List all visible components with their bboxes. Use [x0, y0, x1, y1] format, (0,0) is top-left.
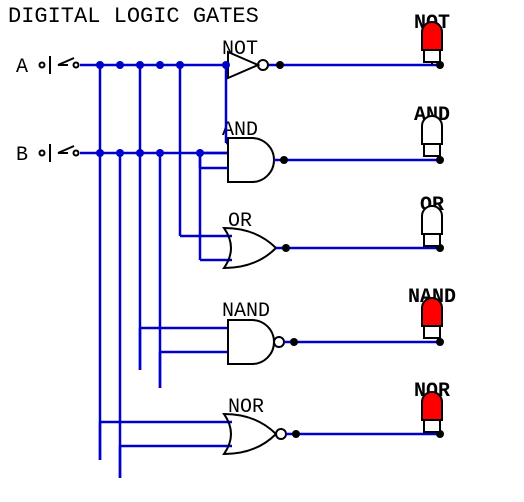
nor-gate [224, 414, 286, 454]
led-and: AND [414, 104, 450, 156]
logic-diagram: DIGITAL LOGIC GATES A B NOT AND [0, 0, 524, 502]
led-not: NOT [414, 12, 450, 65]
page-title: DIGITAL LOGIC GATES [8, 4, 259, 29]
input-label-a: A [16, 56, 28, 79]
led-nand: NAND [408, 286, 456, 338]
led-nor: NOR [414, 380, 450, 432]
switch-b[interactable] [40, 144, 79, 162]
and-gate [228, 138, 274, 182]
gate-label-nor: NOR [228, 396, 264, 419]
or-gate [224, 228, 276, 268]
switch-a[interactable] [40, 56, 79, 74]
nand-gate [228, 320, 284, 364]
input-label-b: B [16, 144, 28, 167]
led-or: OR [420, 194, 444, 246]
